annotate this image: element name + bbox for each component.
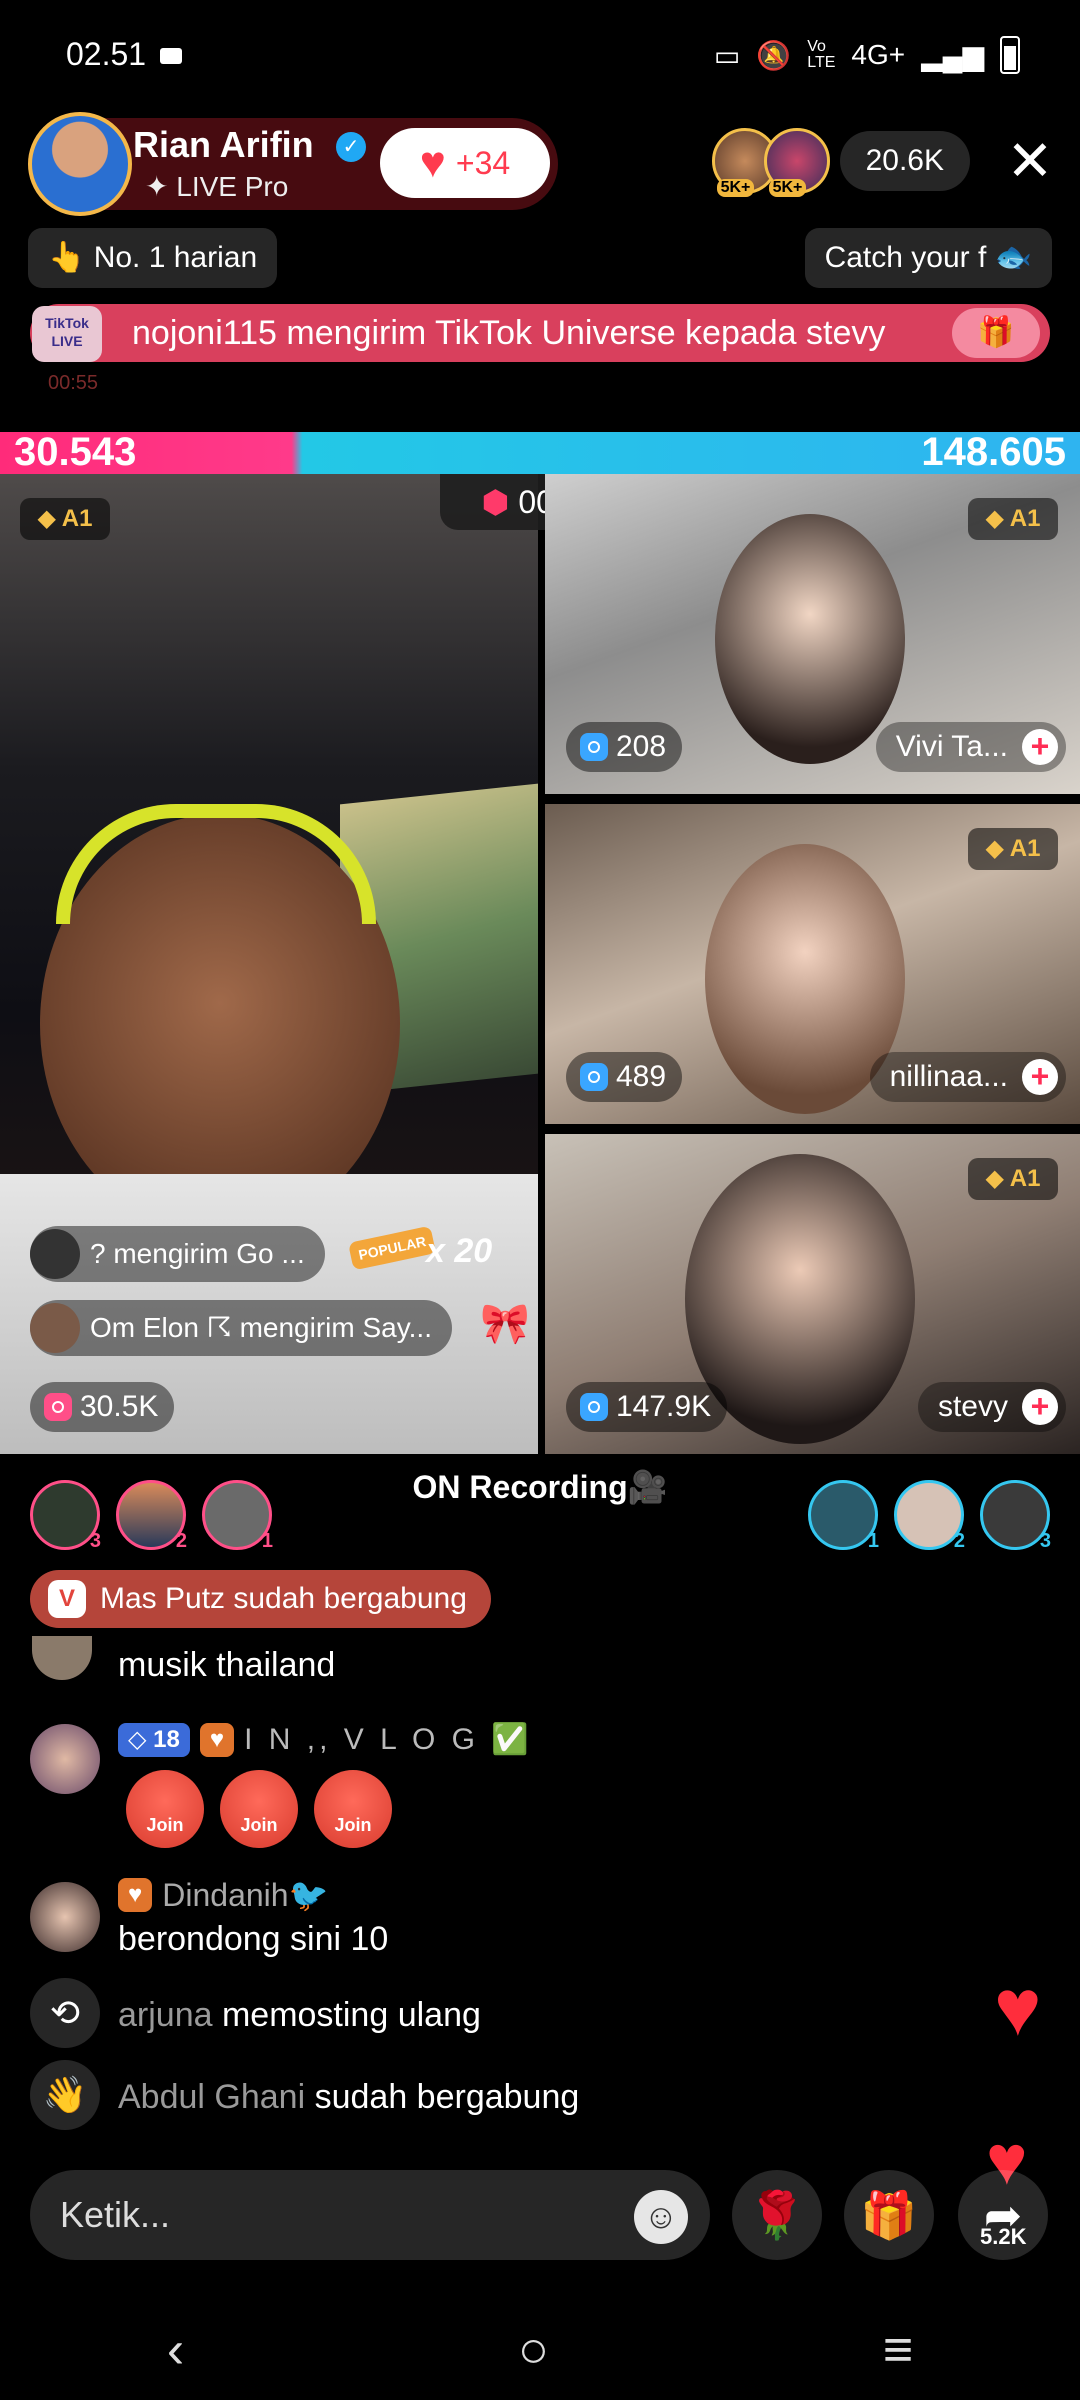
chat-joined-row: Abdul Ghani sudah bergabung <box>118 2078 580 2116</box>
verified-icon: ✓ <box>336 132 366 162</box>
top-gifter-avatar-2[interactable]: 5K+ <box>763 128 830 197</box>
fish-icon: 🐟 <box>986 241 1032 274</box>
host-avatar[interactable] <box>28 112 132 216</box>
viewer-count[interactable]: 20.6K <box>839 131 970 191</box>
status-icons: ▭ 🔕 Vo LTE 4G+ ▂▄▆ <box>714 36 1020 74</box>
host-score-chip[interactable]: 30.5K <box>30 1382 175 1432</box>
rank-avatar[interactable]: 1 <box>808 1480 879 1552</box>
join-emoji-icon: Join <box>220 1770 298 1848</box>
score-icon <box>580 733 608 761</box>
chat-username[interactable]: I N ,, V L O G ✅ <box>244 1722 533 1757</box>
signal-icon: ▂▄▆ <box>921 39 984 71</box>
rank-avatar[interactable]: 2 <box>116 1480 187 1552</box>
screen-record-icon <box>160 48 182 64</box>
gift-multiplier: x 20 <box>426 1232 493 1270</box>
catch-chip[interactable]: Catch your f 🐟 <box>804 228 1052 288</box>
hand-icon: 👆 <box>48 241 94 274</box>
rank-avatar[interactable]: 2 <box>894 1480 965 1552</box>
right-score: 148.605 <box>921 430 1066 474</box>
right-rank-list: 1 2 3 <box>808 1480 1051 1552</box>
gifter-avatar <box>30 1303 80 1353</box>
like-delta: +34 <box>455 144 511 181</box>
guest3-score-chip[interactable]: 147.9K <box>566 1382 728 1432</box>
chat-repost-row: arjuna memosting ulang <box>118 1996 481 2034</box>
join-emoji-icon: Join <box>314 1770 392 1848</box>
chat-username[interactable]: Dindanih🐦 <box>162 1876 328 1914</box>
home-icon[interactable]: ○ <box>518 2320 549 2380</box>
comment-input[interactable]: Ketik... <box>30 2170 710 2260</box>
top-right-controls: 5K+ 5K+ 20.6K ✕ <box>711 128 1060 197</box>
follow-plus-icon[interactable]: + <box>1022 1389 1058 1425</box>
score-icon <box>580 1063 608 1091</box>
daily-rank-chip[interactable]: 👆 No. 1 harian <box>28 228 278 288</box>
level-badge: ◇ 18 <box>118 1722 190 1757</box>
chat-user-row: ◇ 18 ♥ I N ,, V L O G ✅ <box>118 1722 533 1757</box>
fan-badge: ♥ <box>118 1878 153 1912</box>
heart-icon: ♥ <box>419 138 446 187</box>
system-nav-bar: ‹ ○ ≡ <box>0 2300 1080 2400</box>
repost-icon: ⟲ <box>30 1978 100 2048</box>
headband <box>56 804 376 924</box>
score-icon <box>580 1393 608 1421</box>
status-bar: 02.51 ▭ 🔕 Vo LTE 4G+ ▂▄▆ <box>0 0 1080 110</box>
guest2-score-chip[interactable]: 489 <box>566 1052 683 1102</box>
chat-avatar[interactable] <box>30 1882 100 1952</box>
guest1-score-chip[interactable]: 208 <box>566 722 683 772</box>
recents-icon[interactable]: ≡ <box>883 2320 913 2380</box>
gift-notice-1: ? mengirim Go ... <box>30 1226 325 1282</box>
join-emoji-row: Join Join Join <box>126 1770 392 1848</box>
gifter-avatar <box>30 1229 80 1279</box>
battle-icon: ⬢ <box>481 484 519 520</box>
join-notice: V Mas Putz sudah bergabung <box>30 1570 491 1628</box>
wave-hand-icon: 👋 <box>30 2060 100 2130</box>
floating-heart-icon: ♥ <box>994 1963 1042 2052</box>
chat-message: berondong sini 10 <box>118 1920 389 1958</box>
rank-avatar[interactable]: 3 <box>980 1480 1051 1552</box>
guest1-name-chip[interactable]: Vivi Ta... + <box>875 722 1066 772</box>
status-time: 02.51 <box>66 36 147 72</box>
guest2-name-chip[interactable]: nillinaa... + <box>869 1052 1066 1102</box>
gift-banner: nojoni115 mengirim TikTok Universe kepad… <box>30 304 1050 362</box>
follow-plus-icon[interactable]: + <box>1022 729 1058 765</box>
guest-face <box>715 514 905 764</box>
battle-progress-bar <box>0 432 1080 474</box>
v-badge-icon: V <box>48 1580 86 1618</box>
chat-message: musik thailand <box>118 1646 336 1684</box>
join-emoji-icon: Join <box>126 1770 204 1848</box>
like-button[interactable]: ♥ +34 <box>380 128 550 198</box>
cast-icon: ▭ <box>713 39 741 71</box>
host-tier-badge: ◆ A1 <box>20 498 110 540</box>
left-rank-list: 3 2 1 <box>30 1480 273 1552</box>
battery-icon <box>1000 36 1020 74</box>
rank-avatar[interactable]: 3 <box>30 1480 101 1552</box>
network-label: 4G+ <box>851 39 906 70</box>
banner-timer: 00:55 <box>48 372 99 394</box>
guest1-tier-badge: ◆ A1 <box>968 498 1058 540</box>
guest3-tier-badge: ◆ A1 <box>968 1158 1058 1200</box>
follow-plus-icon[interactable]: + <box>1022 1059 1058 1095</box>
emoji-icon[interactable]: ☺ <box>634 2190 688 2244</box>
guest2-tier-badge: ◆ A1 <box>968 828 1058 870</box>
host-name[interactable]: Rian Arifin <box>133 124 314 166</box>
gift-box-button[interactable]: 🎁 <box>844 2170 934 2260</box>
rose-gift-button[interactable]: 🌹 <box>732 2170 822 2260</box>
chat-avatar[interactable] <box>30 1724 100 1794</box>
close-icon[interactable]: ✕ <box>1000 128 1060 194</box>
share-count: 5.2K <box>980 2224 1027 2249</box>
mute-icon: 🔕 <box>756 39 792 71</box>
fan-badge: ♥ <box>199 1722 235 1757</box>
gift-notice-2: Om Elon ☈ mengirim Say... <box>30 1300 452 1356</box>
back-icon[interactable]: ‹ <box>167 2320 184 2380</box>
chat-user-row: ♥ Dindanih🐦 <box>118 1876 328 1914</box>
host-subtitle: ✦ LIVE Pro <box>145 171 289 202</box>
volte-icon: Vo LTE <box>807 38 836 71</box>
score-icon <box>44 1393 72 1421</box>
chat-avatar[interactable] <box>32 1636 92 1680</box>
rank-avatar[interactable]: 1 <box>202 1480 273 1552</box>
tiktok-live-logo: TikTok LIVE <box>32 306 102 362</box>
left-score: 30.543 <box>14 430 137 474</box>
gift-icon[interactable]: 🎁 <box>952 308 1040 358</box>
gift-sticker-icon: 🎀 <box>480 1302 530 1346</box>
guest3-name-chip[interactable]: stevy + <box>917 1382 1066 1432</box>
